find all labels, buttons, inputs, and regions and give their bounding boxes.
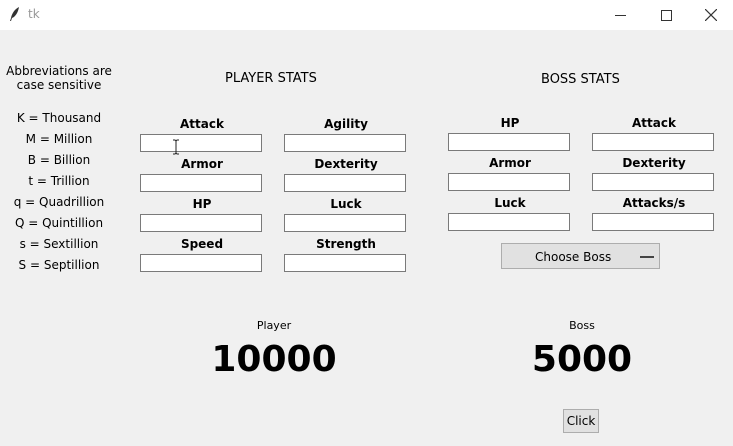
abbreviation-list: K = Thousand M = Million B = Billion t =… xyxy=(0,111,124,279)
player-attack-input[interactable] xyxy=(140,134,262,152)
player-result-value: 10000 xyxy=(211,339,337,380)
player-agility-input[interactable] xyxy=(284,134,406,152)
player-luck-input[interactable] xyxy=(284,214,406,232)
boss-dexterity-input[interactable] xyxy=(592,173,714,191)
abbreviation-item: S = Septillion xyxy=(18,258,100,272)
abbreviation-item: B = Billion xyxy=(27,153,91,167)
player-stats-heading: PLAYER STATS xyxy=(225,71,317,86)
abbreviation-note-line2: case sensitive xyxy=(16,78,102,92)
boss-attack-label: Attack xyxy=(632,116,676,130)
close-icon xyxy=(705,9,717,21)
player-armor-label: Armor xyxy=(181,157,223,171)
player-dexterity-label: Dexterity xyxy=(314,157,378,171)
text-cursor-icon xyxy=(173,139,179,155)
menu-indicator-icon xyxy=(640,256,654,258)
abbreviation-note: Abbreviations are case sensitive xyxy=(0,64,124,92)
choose-boss-label: Choose Boss xyxy=(535,250,612,264)
abbreviation-item: q = Quadrillion xyxy=(13,195,105,209)
player-result-label: Player xyxy=(256,319,292,332)
abbreviation-item: s = Sextillion xyxy=(19,237,99,251)
maximize-button[interactable] xyxy=(643,0,689,30)
boss-dexterity-label: Dexterity xyxy=(622,156,686,170)
player-agility-label: Agility xyxy=(324,117,368,131)
title-bar: tk xyxy=(0,0,733,30)
minimize-icon xyxy=(614,14,626,16)
player-strength-label: Strength xyxy=(316,237,376,251)
boss-armor-label: Armor xyxy=(489,156,531,170)
player-armor-input[interactable] xyxy=(140,174,262,192)
boss-attack-input[interactable] xyxy=(592,133,714,151)
abbreviation-item: M = Million xyxy=(25,132,93,146)
boss-result-label: Boss xyxy=(569,319,595,332)
boss-result-value: 5000 xyxy=(531,339,633,380)
player-hp-label: HP xyxy=(192,197,212,211)
abbreviation-item: Q = Quintillion xyxy=(14,216,104,230)
choose-boss-menubutton[interactable]: Choose Boss xyxy=(501,243,660,269)
player-dexterity-input[interactable] xyxy=(284,174,406,192)
boss-hp-label: HP xyxy=(500,116,520,130)
boss-stats-heading: BOSS STATS xyxy=(541,72,620,87)
boss-luck-input[interactable] xyxy=(448,213,570,231)
close-button[interactable] xyxy=(688,0,733,30)
minimize-button[interactable] xyxy=(597,0,643,30)
player-speed-label: Speed xyxy=(180,237,224,251)
abbreviation-item: t = Trillion xyxy=(28,174,90,188)
boss-armor-input[interactable] xyxy=(448,173,570,191)
click-button[interactable]: Click xyxy=(563,409,599,433)
player-strength-input[interactable] xyxy=(284,254,406,272)
abbreviation-item: K = Thousand xyxy=(16,111,102,125)
abbreviation-note-line1: Abbreviations are xyxy=(6,64,112,78)
player-attack-label: Attack xyxy=(180,117,224,131)
player-speed-input[interactable] xyxy=(140,254,262,272)
boss-attacks-per-second-label: Attacks/s xyxy=(622,196,686,210)
boss-hp-input[interactable] xyxy=(448,133,570,151)
player-hp-input[interactable] xyxy=(140,214,262,232)
boss-luck-label: Luck xyxy=(494,196,526,210)
window-title: tk xyxy=(28,7,40,21)
boss-attacks-per-second-input[interactable] xyxy=(592,213,714,231)
maximize-icon xyxy=(660,9,672,21)
feather-icon xyxy=(10,7,19,21)
player-luck-label: Luck xyxy=(330,197,362,211)
